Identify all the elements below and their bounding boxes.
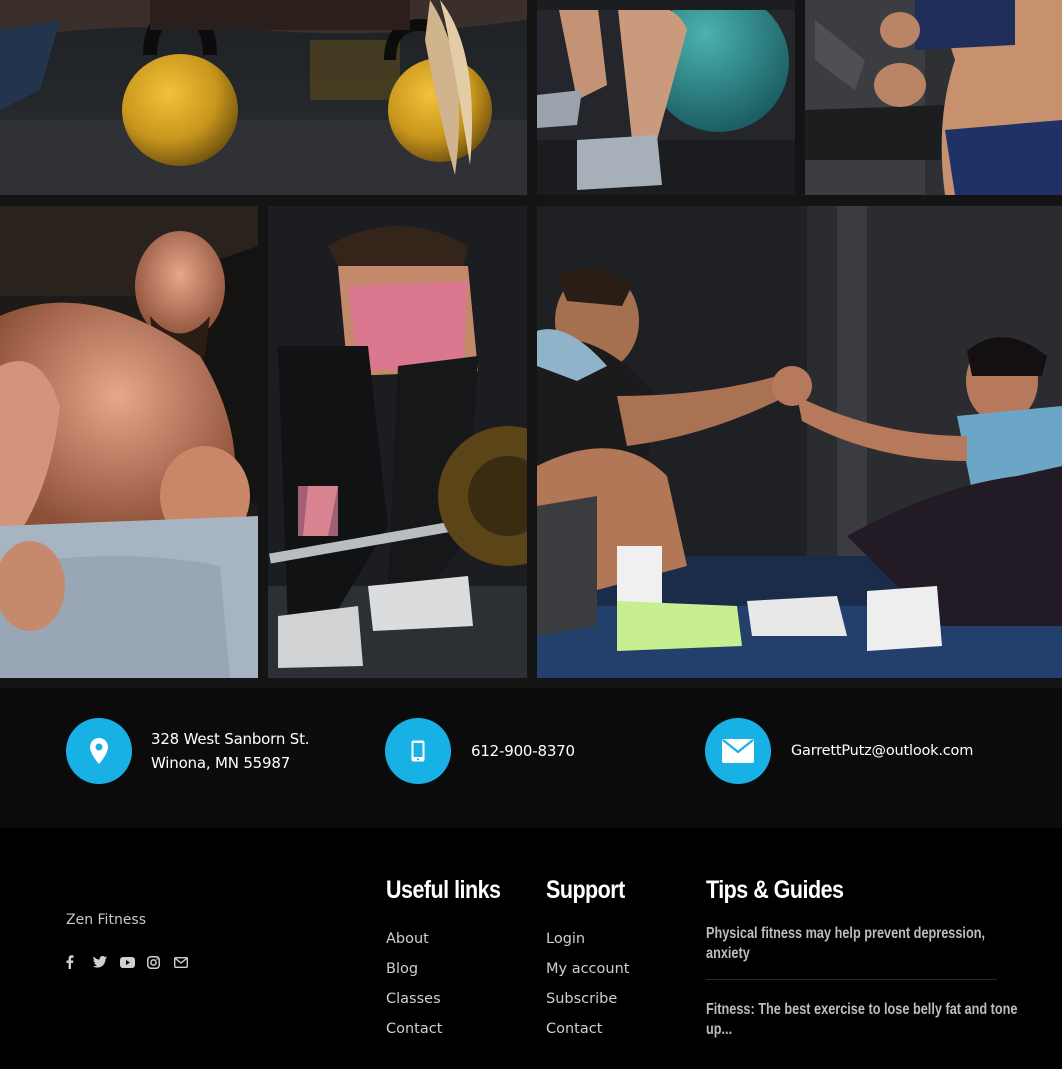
footer-link-login[interactable]: Login	[546, 928, 629, 958]
kettlebell-workout-photo[interactable]	[0, 0, 527, 195]
footer-link-contact[interactable]: Contact	[386, 1018, 442, 1048]
exercise-ball-photo[interactable]	[537, 0, 795, 195]
support-title: Support	[546, 876, 625, 904]
location-pin-icon	[66, 718, 132, 784]
twitter-icon[interactable]	[93, 954, 120, 970]
photo-gallery	[0, 0, 1062, 688]
footer-link-my-account[interactable]: My account	[546, 958, 629, 988]
contact-phone[interactable]: 612-900-8370	[385, 718, 575, 784]
footer-link-classes[interactable]: Classes	[386, 988, 442, 1018]
contact-email[interactable]: GarrettPutz@outlook.com	[705, 718, 973, 784]
useful-links-title: Useful links	[386, 876, 501, 904]
envelope-icon	[705, 718, 771, 784]
tips-title: Tips & Guides	[706, 876, 844, 904]
contact-address: 328 West Sanborn St. Winona, MN 55987	[66, 718, 366, 784]
facebook-icon[interactable]	[66, 954, 93, 970]
treadmill-runner-photo[interactable]	[805, 0, 1062, 195]
address-text: 328 West Sanborn St. Winona, MN 55987	[151, 730, 310, 772]
footer-link-about[interactable]: About	[386, 928, 442, 958]
email-text[interactable]: GarrettPutz@outlook.com	[791, 739, 973, 763]
footer-link-subscribe[interactable]: Subscribe	[546, 988, 629, 1018]
partners-high-five-photo[interactable]	[537, 206, 1062, 678]
tip-link[interactable]: Fitness: The best exercise to lose belly…	[706, 1000, 1018, 1040]
bodybuilder-curl-photo[interactable]	[0, 206, 258, 678]
tip-link[interactable]: Physical fitness may help prevent depres…	[706, 924, 1018, 964]
mobile-phone-icon	[385, 718, 451, 784]
deadlift-woman-photo[interactable]	[268, 206, 527, 678]
social-links	[66, 954, 201, 970]
youtube-icon[interactable]	[120, 954, 147, 970]
envelope-icon[interactable]	[174, 954, 201, 970]
footer-link-support-contact[interactable]: Contact	[546, 1018, 629, 1048]
instagram-icon[interactable]	[147, 954, 174, 970]
brand-name: Zen Fitness	[66, 912, 147, 928]
contact-bar: 328 West Sanborn St. Winona, MN 55987 61…	[0, 688, 1062, 828]
phone-text[interactable]: 612-900-8370	[471, 739, 575, 763]
tip-divider	[706, 979, 997, 980]
site-footer: Zen Fitness Useful links About Blog Clas…	[0, 828, 1062, 1069]
footer-link-blog[interactable]: Blog	[386, 958, 442, 988]
